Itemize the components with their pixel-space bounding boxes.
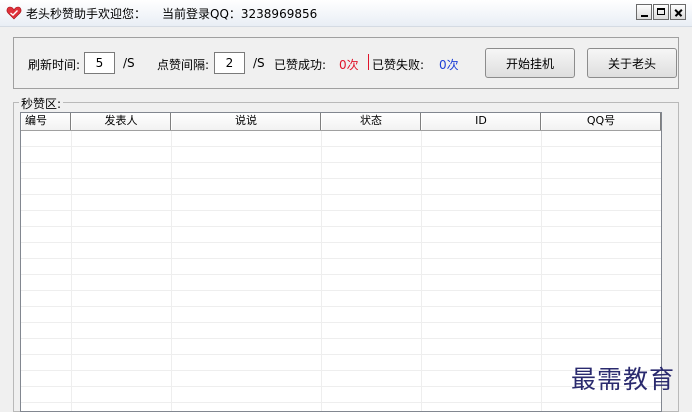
success-count: 0次: [339, 58, 359, 72]
start-button[interactable]: 开始挂机: [485, 48, 575, 78]
table-row: [21, 211, 661, 227]
column-header-number[interactable]: 编号: [21, 113, 71, 130]
table-row: [21, 275, 661, 291]
table-row: [21, 371, 661, 387]
group-title: 秒赞区:: [19, 95, 64, 112]
refresh-label: 刷新时间:: [28, 58, 81, 72]
like-interval-label: 点赞间隔:: [157, 58, 210, 72]
grid-line: [171, 131, 172, 411]
like-list[interactable]: 编号 发表人 说说 状态 ID QQ号: [20, 112, 662, 412]
table-row: [21, 355, 661, 371]
table-row: [21, 195, 661, 211]
table-row: [21, 147, 661, 163]
column-header-post[interactable]: 说说: [171, 113, 321, 130]
table-row: [21, 339, 661, 355]
watermark-text: 最需教育: [571, 365, 676, 394]
grid-line: [71, 131, 72, 411]
table-row: [21, 387, 661, 403]
table-row: [21, 163, 661, 179]
refresh-interval-input[interactable]: [84, 52, 115, 74]
heart-icon: [6, 6, 22, 20]
window-controls: [635, 4, 686, 20]
grid-line: [421, 131, 422, 411]
minimize-button[interactable]: [636, 4, 652, 20]
window-title: 老头秒赞助手欢迎您：: [26, 7, 147, 21]
table-row: [21, 179, 661, 195]
maximize-button[interactable]: [653, 4, 669, 20]
table-row: [21, 243, 661, 259]
success-label: 已赞成功:: [274, 58, 327, 72]
column-header-status[interactable]: 状态: [321, 113, 421, 130]
like-interval-unit: /S: [253, 56, 265, 70]
fail-label: 已赞失败:: [372, 58, 425, 72]
table-row: [21, 259, 661, 275]
table-row: [21, 227, 661, 243]
column-header-id[interactable]: ID: [421, 113, 541, 130]
table-row: [21, 131, 661, 147]
column-header-poster[interactable]: 发表人: [71, 113, 171, 130]
column-header-qq[interactable]: QQ号: [541, 113, 661, 130]
refresh-unit: /S: [123, 56, 135, 70]
table-row: [21, 307, 661, 323]
separator: [368, 54, 369, 70]
list-header: 编号 发表人 说说 状态 ID QQ号: [21, 113, 661, 131]
table-row: [21, 323, 661, 339]
list-rows: [21, 131, 661, 403]
grid-line: [321, 131, 322, 411]
list-body: [21, 131, 661, 411]
title-bar: 老头秒赞助手欢迎您： 当前登录QQ：3238969856: [0, 0, 692, 27]
settings-panel: 刷新时间: /S 点赞间隔: /S 已赞成功: 0次 已赞失败: 0次 开始挂机…: [13, 37, 679, 89]
about-button[interactable]: 关于老头: [587, 48, 677, 78]
login-status: 当前登录QQ：3238969856: [162, 7, 318, 21]
fail-count: 0次: [439, 58, 459, 72]
table-row: [21, 291, 661, 307]
close-button[interactable]: [670, 4, 686, 20]
grid-line: [541, 131, 542, 411]
like-interval-input[interactable]: [214, 52, 245, 74]
